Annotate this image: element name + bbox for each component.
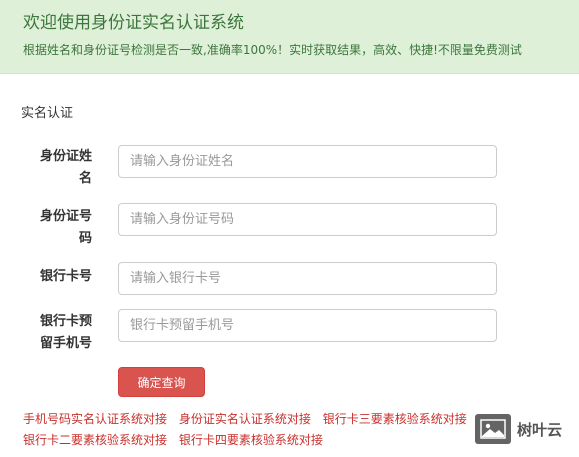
picture-icon: [475, 414, 511, 444]
banner-description: 根据姓名和身份证号检测是否一致,准确率100%！实时获取结果，高效、快捷!不限量…: [23, 43, 522, 57]
bank-card-label: 银行卡号: [39, 269, 92, 284]
section-title: 实名认证: [21, 106, 74, 121]
phone-input[interactable]: [118, 309, 497, 342]
welcome-banner: 欢迎使用身份证实名认证系统 根据姓名和身份证号检测是否一致,准确率100%！实时…: [0, 0, 579, 74]
name-input[interactable]: [118, 145, 497, 178]
name-label: 身份证姓名: [39, 149, 92, 186]
phone-label: 银行卡预留手机号: [39, 314, 92, 351]
link-bank-two-factor[interactable]: 银行卡二要素核验系统对接: [23, 433, 167, 447]
link-id-verification[interactable]: 身份证实名认证系统对接: [179, 412, 311, 426]
watermark: 树叶云: [475, 411, 579, 447]
bank-card-input[interactable]: [118, 262, 497, 295]
submit-button[interactable]: 确定查询: [118, 367, 205, 397]
link-bank-four-factor[interactable]: 银行卡四要素核验系统对接: [179, 433, 323, 447]
link-phone-verification[interactable]: 手机号码实名认证系统对接: [23, 412, 167, 426]
id-number-label: 身份证号码: [39, 209, 92, 246]
id-number-input[interactable]: [118, 203, 497, 236]
link-bank-three-factor[interactable]: 银行卡三要素核验系统对接: [323, 412, 467, 426]
watermark-text: 树叶云: [517, 420, 563, 439]
banner-title: 欢迎使用身份证实名认证系统: [23, 13, 244, 33]
